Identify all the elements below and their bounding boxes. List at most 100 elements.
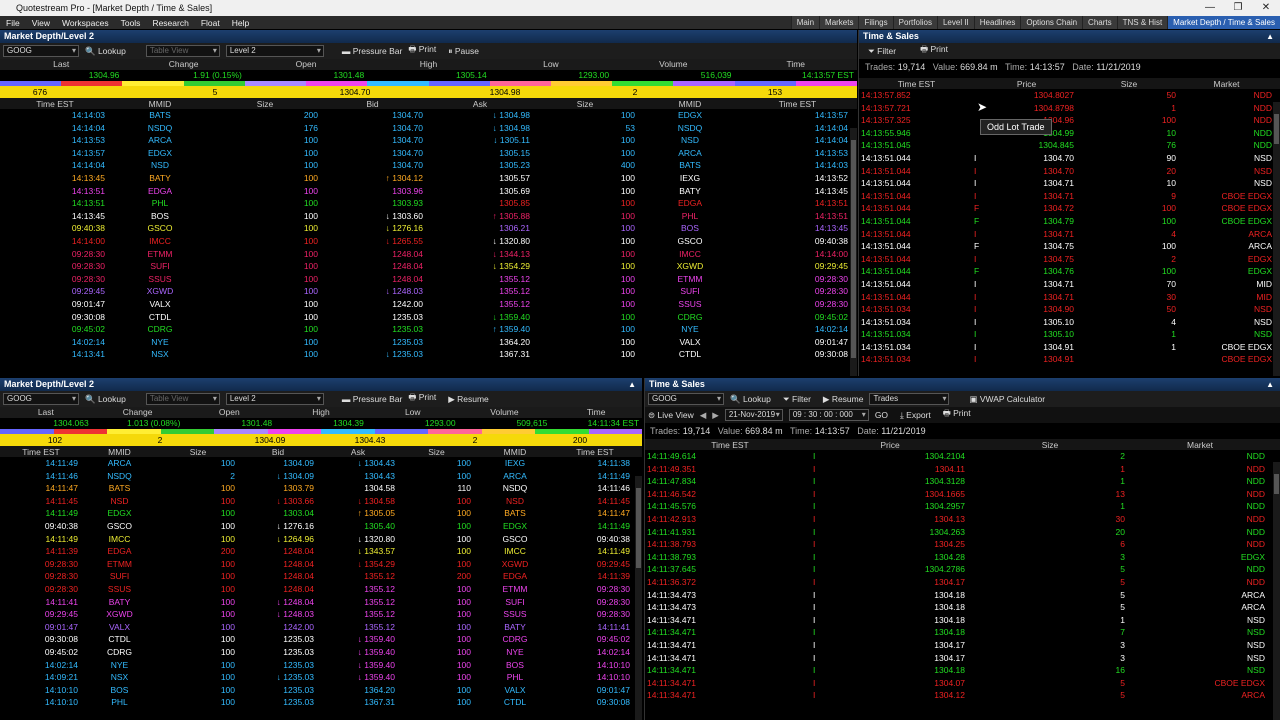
- table-row[interactable]: 14:13:51.034 I 1305.10 4 NSD: [859, 316, 1280, 329]
- table-row[interactable]: 14:11:34.471 I 1304.07 5 CBOE EDGX: [645, 677, 1280, 690]
- trades-select[interactable]: Trades: [869, 393, 950, 405]
- menu-float[interactable]: Float: [195, 18, 226, 28]
- menu-tools[interactable]: Tools: [115, 18, 147, 28]
- col-size-ask[interactable]: Size: [535, 99, 635, 109]
- collapse-icon[interactable]: ▲: [628, 378, 636, 391]
- col-size-ask[interactable]: Size: [399, 447, 474, 457]
- symbol-input[interactable]: GOOG: [648, 393, 724, 405]
- date-input[interactable]: 21-Nov-2019: [724, 409, 783, 421]
- table-row[interactable]: 14:13:51.034 I 1305.10 1 NSD: [859, 328, 1280, 341]
- tab-level-ii[interactable]: Level II: [936, 16, 974, 29]
- table-row[interactable]: 09:28:30 SSUS 100 1248.04 1355.12 100 ETMM 09:2…: [0, 273, 857, 286]
- table-row[interactable]: 14:13:51.045 1304.845 76 NDD: [859, 139, 1280, 152]
- table-row[interactable]: 14:13:51 EDGA 100 1303.96 1305.69 100 BATY 14:1…: [0, 185, 857, 198]
- resume-button[interactable]: ▶ Resume: [448, 394, 489, 405]
- symbol-input[interactable]: GOOG: [3, 393, 79, 405]
- table-row[interactable]: 14:13:53 ARCA 100 1304.70 ↓ 1305.11 100 NSD 14:…: [0, 134, 857, 147]
- table-row[interactable]: 14:13:41 NSX 100 ↓ 1235.03 1367.31 100 CTDL 09:…: [0, 348, 857, 361]
- table-row[interactable]: 14:09:21 NSX 100 ↓ 1235.03 ↓ 1359.40 100 PHL 14…: [0, 671, 642, 684]
- table-row[interactable]: 14:11:49 EDGX 100 1303.04 ↑ 1305.05 100 BATS 14…: [0, 507, 642, 520]
- table-row[interactable]: 09:45:02 CDRG 100 1235.03 ↓ 1359.40 100 NYE 14:…: [0, 646, 642, 659]
- table-row[interactable]: 14:11:49 ARCA 100 1304.09 ↓ 1304.43 100 IEXG 14…: [0, 457, 642, 470]
- prev-arrow-icon[interactable]: ◀: [700, 410, 707, 421]
- table-row[interactable]: 14:11:34.471 I 1304.17 3 NSD: [645, 652, 1280, 665]
- tab-headlines[interactable]: Headlines: [973, 16, 1021, 29]
- col-bid[interactable]: Bid: [239, 447, 317, 457]
- scrollbar[interactable]: [1273, 462, 1280, 720]
- next-arrow-icon[interactable]: ▶: [712, 410, 719, 421]
- go-button[interactable]: GO: [875, 410, 888, 420]
- filter-button[interactable]: ⏷ Filter: [868, 46, 896, 57]
- print-button[interactable]: 🖶 Print: [943, 408, 971, 422]
- table-row[interactable]: 14:13:51.044 I 1304.70 20 NSD: [859, 165, 1280, 178]
- table-row[interactable]: 09:29:45 XGWD 100 ↓ 1248.03 1355.12 100 SSUS 09…: [0, 608, 642, 621]
- table-row[interactable]: 14:11:38.793 I 1304.25 6 NDD: [645, 538, 1280, 551]
- table-row[interactable]: 14:11:34.471 I 1304.18 16 NSD: [645, 664, 1280, 677]
- collapse-icon[interactable]: ▲: [1266, 378, 1274, 391]
- table-row[interactable]: 14:13:57.852 1304.8027 50 NDD: [859, 89, 1280, 102]
- table-row[interactable]: 14:13:51.044 I 1304.75 2 EDGX: [859, 253, 1280, 266]
- table-row[interactable]: 14:13:51.044 F 1304.76 100 EDGX: [859, 265, 1280, 278]
- tab-charts[interactable]: Charts: [1082, 16, 1117, 29]
- col-bid[interactable]: Bid: [320, 99, 425, 109]
- table-row[interactable]: 14:13:51.034 I 1304.90 50 NSD: [859, 303, 1280, 316]
- table-row[interactable]: 09:01:47 VALX 100 1242.00 1355.12 100 SSUS 09:2…: [0, 298, 857, 311]
- col-time-est-ask[interactable]: Time EST: [556, 447, 634, 457]
- pause-button[interactable]: ⏸ Pause: [448, 46, 479, 57]
- col-mmid[interactable]: MMID: [110, 99, 210, 109]
- menu-file[interactable]: File: [0, 18, 26, 28]
- table-row[interactable]: 09:30:08 CTDL 100 1235.03 ↓ 1359.40 100 CDRG 09…: [0, 633, 642, 646]
- col-size[interactable]: Size: [157, 447, 239, 457]
- table-row[interactable]: 14:13:45 BOS 100 ↓ 1303.60 ↑ 1305.88 100 PHL 14…: [0, 210, 857, 223]
- col-size[interactable]: Size: [210, 99, 320, 109]
- table-row[interactable]: 14:13:57.721 1304.8798 1 NDD: [859, 102, 1280, 115]
- col-size[interactable]: Size: [965, 440, 1135, 450]
- table-row[interactable]: 09:29:45 XGWD 100 ↓ 1248.03 1355.12 100 SUFI 09…: [0, 285, 857, 298]
- table-row[interactable]: 14:13:51.044 F 1304.75 100 ARCA: [859, 240, 1280, 253]
- symbol-input[interactable]: GOOG: [3, 45, 79, 57]
- table-row[interactable]: 14:14:04 NSDQ 176 1304.70 ↓ 1304.98 53 NSDQ 14:…: [0, 122, 857, 135]
- vwap-calculator-button[interactable]: ▣ VWAP Calculator: [969, 394, 1045, 405]
- table-row[interactable]: 14:11:49.351 I 1304.11 1 NDD: [645, 463, 1280, 476]
- tab-main[interactable]: Main: [790, 16, 820, 29]
- col-ask[interactable]: Ask: [317, 447, 399, 457]
- lookup-button[interactable]: 🔍 Lookup: [85, 46, 126, 57]
- lookup-button[interactable]: 🔍 Lookup: [85, 394, 126, 405]
- table-row[interactable]: 09:01:47 VALX 100 1242.00 1355.12 100 BATY 14:1…: [0, 621, 642, 634]
- print-button[interactable]: 🖶 Print: [408, 44, 436, 58]
- collapse-icon[interactable]: ▲: [1266, 30, 1274, 43]
- col-time-est[interactable]: Time EST: [859, 79, 974, 89]
- level-select[interactable]: Level 2: [225, 45, 324, 57]
- table-row[interactable]: 14:11:34.471 I 1304.18 7 NSD: [645, 626, 1280, 639]
- table-row[interactable]: 14:11:34.473 I 1304.18 5 ARCA: [645, 601, 1280, 614]
- col-time-est[interactable]: Time EST: [0, 99, 110, 109]
- table-row[interactable]: 14:14:00 IMCC 100 ↓ 1265.55 ↓ 1320.80 100 GSCO…: [0, 235, 857, 248]
- table-row[interactable]: 09:28:30 SUFI 100 1248.04 1355.12 200 EDGA 14:1…: [0, 570, 642, 583]
- table-row[interactable]: 14:13:51.034 I 1304.91 1 CBOE EDGX: [859, 341, 1280, 354]
- close-icon[interactable]: ✕: [1252, 0, 1280, 16]
- table-row[interactable]: 14:14:04 NSD 100 1304.70 1305.23 400 BATS 14:14…: [0, 159, 857, 172]
- table-row[interactable]: 09:45:02 CDRG 100 1235.03 ↑ 1359.40 100 NYE 14:…: [0, 323, 857, 336]
- menu-view[interactable]: View: [26, 18, 56, 28]
- table-row[interactable]: 14:11:36.372 I 1304.17 5 NDD: [645, 576, 1280, 589]
- col-mmid[interactable]: MMID: [82, 447, 157, 457]
- tab-filings[interactable]: Filings: [858, 16, 893, 29]
- col-time-est-ask[interactable]: Time EST: [745, 99, 850, 109]
- table-row[interactable]: 14:02:14 NYE 100 1235.03 ↓ 1359.40 100 BOS 14:1…: [0, 659, 642, 672]
- table-row[interactable]: 14:11:34.473 I 1304.18 5 ARCA: [645, 589, 1280, 602]
- table-row[interactable]: 09:28:30 SUFI 100 1248.04 ↓ 1354.29 100 XGWD 09…: [0, 260, 857, 273]
- table-row[interactable]: 09:28:30 ETMM 100 1248.04 ↓ 1354.29 100 XGWD 09…: [0, 558, 642, 571]
- table-row[interactable]: 14:11:45.576 I 1304.2957 1 NDD: [645, 500, 1280, 513]
- col-mmid-ask[interactable]: MMID: [635, 99, 745, 109]
- tab-markets[interactable]: Markets: [819, 16, 859, 29]
- table-row[interactable]: 14:13:51.034 I 1304.91 CBOE EDGX: [859, 353, 1280, 366]
- table-row[interactable]: 14:13:51.044 F 1304.79 100 CBOE EDGX: [859, 215, 1280, 228]
- menu-help[interactable]: Help: [226, 18, 255, 28]
- col-price[interactable]: Price: [974, 79, 1079, 89]
- scrollbar[interactable]: [635, 476, 642, 720]
- table-row[interactable]: 14:13:51.044 I 1304.71 30 MID: [859, 291, 1280, 304]
- export-button[interactable]: ⤓ Export: [900, 410, 931, 421]
- table-row[interactable]: 14:11:46.542 I 1304.1665 13 NDD: [645, 488, 1280, 501]
- table-row[interactable]: 14:11:34.471 I 1304.18 1 NSD: [645, 614, 1280, 627]
- table-row[interactable]: 14:11:37.645 I 1304.2786 5 NDD: [645, 563, 1280, 576]
